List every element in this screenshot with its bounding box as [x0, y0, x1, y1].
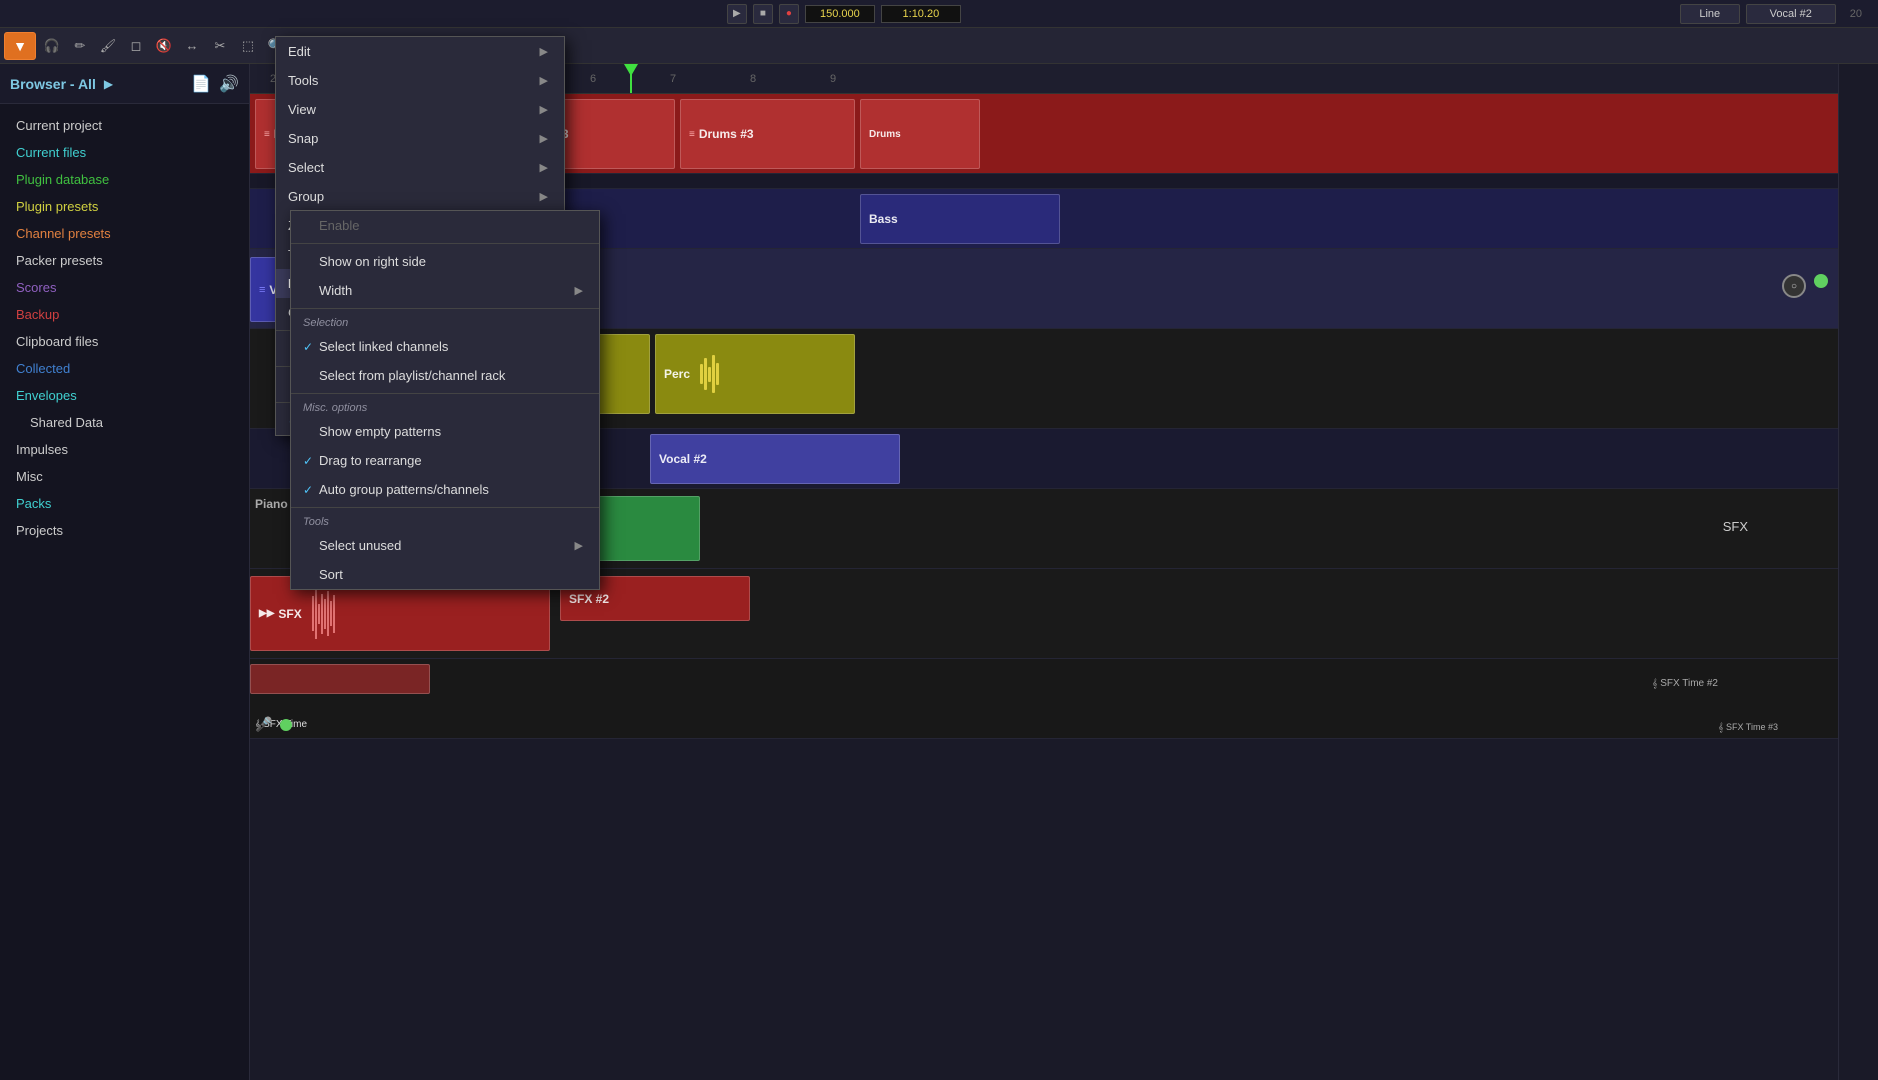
submenu-section-misc: Misc. options	[291, 397, 599, 417]
submenu-enable-item[interactable]: Enable	[291, 211, 599, 240]
submenu-select-from[interactable]: Select from playlist/channel rack	[291, 361, 599, 390]
menu-select-label: Select	[288, 160, 324, 175]
submenu-sep-2	[291, 308, 599, 309]
submenu-select-linked[interactable]: ✓ Select linked channels	[291, 332, 599, 361]
submenu-section-selection: Selection	[291, 312, 599, 332]
submenu-select-linked-check: ✓	[303, 340, 319, 354]
menu-tools-arrow: ▶	[540, 74, 548, 87]
submenu-select-linked-label: Select linked channels	[319, 339, 448, 354]
submenu-show-empty[interactable]: Show empty patterns	[291, 417, 599, 446]
menu-item-group[interactable]: Group ▶	[276, 182, 564, 211]
submenu-sort-label: Sort	[319, 567, 343, 582]
submenu-auto-group[interactable]: ✓ Auto group patterns/channels	[291, 475, 599, 504]
menu-tools-label: Tools	[288, 73, 318, 88]
menu-item-edit[interactable]: Edit ▶	[276, 37, 564, 66]
submenu-select-unused[interactable]: Select unused ▶	[291, 531, 599, 560]
submenu-sep-3	[291, 393, 599, 394]
submenu-drag-label: Drag to rearrange	[319, 453, 422, 468]
menu-view-label: View	[288, 102, 316, 117]
submenu-auto-group-check: ✓	[303, 483, 319, 497]
menu-select-arrow: ▶	[540, 161, 548, 174]
submenu-drag-check: ✓	[303, 454, 319, 468]
submenu-show-empty-label: Show empty patterns	[319, 424, 441, 439]
submenu-enable-label: Enable	[319, 218, 359, 233]
menu-item-select[interactable]: Select ▶	[276, 153, 564, 182]
menu-snap-label: Snap	[288, 131, 318, 146]
submenu-width-label: Width	[319, 283, 352, 298]
submenu-sep-4	[291, 507, 599, 508]
menu-group-label: Group	[288, 189, 324, 204]
submenu-width[interactable]: Width ▶	[291, 276, 599, 305]
submenu-select-unused-arrow: ▶	[575, 539, 583, 552]
menu-view-arrow: ▶	[540, 103, 548, 116]
submenu-select-from-label: Select from playlist/channel rack	[319, 368, 505, 383]
menu-edit-arrow: ▶	[540, 45, 548, 58]
menu-edit-label: Edit	[288, 44, 310, 59]
submenu-show-right[interactable]: Show on right side	[291, 247, 599, 276]
submenu-sep-1	[291, 243, 599, 244]
menu-snap-arrow: ▶	[540, 132, 548, 145]
submenu-show-right-label: Show on right side	[319, 254, 426, 269]
submenu-sort[interactable]: Sort	[291, 560, 599, 589]
menu-item-view[interactable]: View ▶	[276, 95, 564, 124]
submenu-auto-group-label: Auto group patterns/channels	[319, 482, 489, 497]
menu-group-arrow: ▶	[540, 190, 548, 203]
submenu-width-arrow: ▶	[575, 284, 583, 297]
submenu-drag-rearrange[interactable]: ✓ Drag to rearrange	[291, 446, 599, 475]
submenu-section-tools: Tools	[291, 511, 599, 531]
submenu-select-unused-label: Select unused	[319, 538, 401, 553]
submenu-picker: Enable Show on right side Width ▶ Select…	[290, 210, 600, 590]
menu-item-snap[interactable]: Snap ▶	[276, 124, 564, 153]
menu-item-tools[interactable]: Tools ▶	[276, 66, 564, 95]
context-menu-overlay[interactable]: Edit ▶ Tools ▶ View ▶ Snap ▶ Select ▶ Gr…	[0, 0, 1878, 1080]
